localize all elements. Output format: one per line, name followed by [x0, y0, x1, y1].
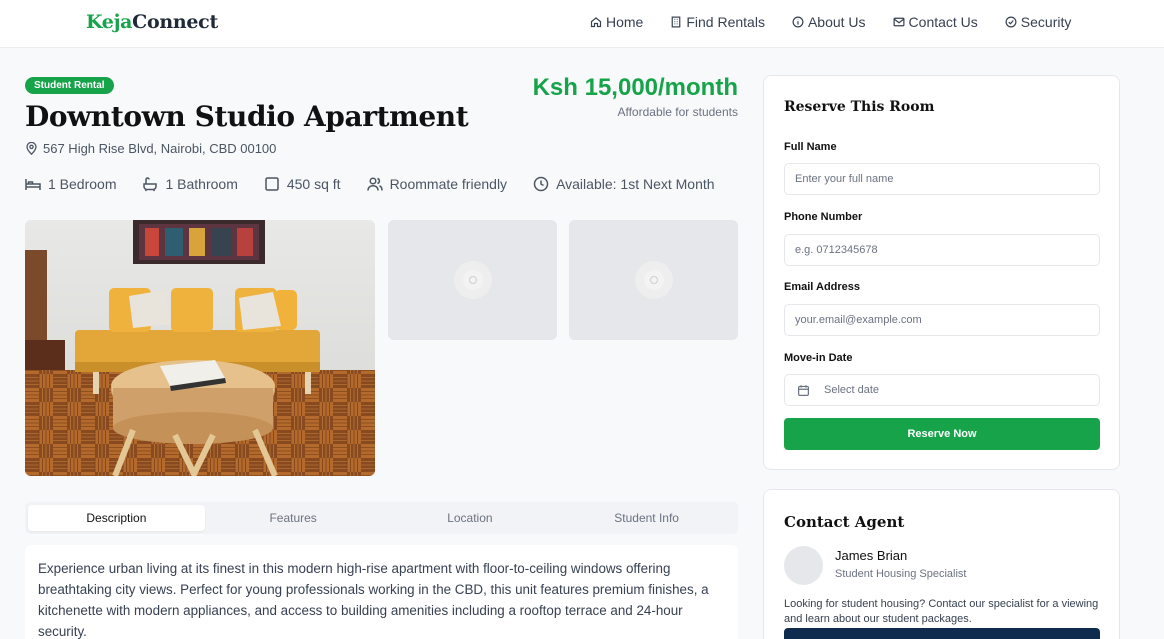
nav-contact-us-label: Contact Us — [908, 14, 978, 30]
square-icon — [265, 177, 279, 191]
description-text: Experience urban living at its finest in… — [38, 561, 709, 639]
listing-address: 567 High Rise Blvd, Nairobi, CBD 00100 — [25, 141, 276, 156]
map-pin-icon — [26, 142, 37, 155]
move-in-label: Move-in Date — [784, 352, 853, 364]
email-input[interactable] — [784, 304, 1100, 336]
amenities-row: 1 Bedroom 1 Bathroom 450 sq ft Roommate … — [25, 176, 741, 192]
amenity-area-label: 450 sq ft — [286, 176, 341, 192]
photo-thumb-1[interactable] — [388, 220, 557, 340]
tab-student-info[interactable]: Student Info — [558, 505, 735, 531]
listing-price-note: Affordable for students — [617, 105, 738, 119]
building-icon — [672, 16, 681, 28]
nav-about-us-label: About Us — [807, 14, 866, 30]
logo[interactable]: KejaConnect — [86, 11, 218, 33]
full-name-label: Full Name — [784, 141, 837, 153]
nav-find-rentals[interactable]: Find Rentals — [670, 14, 765, 30]
move-in-date-picker[interactable]: Select date — [784, 374, 1100, 406]
listing-price: Ksh 15,000/month — [532, 74, 738, 101]
email-label: Email Address — [784, 281, 861, 293]
living-room-photo — [25, 220, 375, 476]
mail-icon — [893, 17, 905, 27]
clock-icon — [533, 176, 549, 192]
contact-agent-title: Contact Agent — [784, 513, 905, 531]
image-placeholder-icon — [634, 261, 673, 299]
nav-contact-us[interactable]: Contact Us — [893, 14, 978, 30]
photo-thumb-2[interactable] — [569, 220, 738, 340]
home-icon — [590, 17, 602, 28]
nav-about-us[interactable]: About Us — [792, 14, 866, 30]
agent-name: James Brian — [835, 548, 908, 563]
amenity-availability-label: Available: 1st Next Month — [556, 176, 715, 192]
move-in-date-text: Select date — [824, 384, 880, 396]
reserve-card-title: Reserve This Room — [784, 99, 935, 115]
amenity-bedroom-label: 1 Bedroom — [48, 176, 117, 192]
listing-badge: Student Rental — [25, 77, 114, 94]
amenity-area: 450 sq ft — [264, 176, 341, 192]
main-photo[interactable] — [25, 220, 375, 476]
agent-description: Looking for student housing? Contact our… — [784, 598, 1099, 625]
amenity-roommate-label: Roommate friendly — [389, 176, 508, 192]
users-icon — [366, 177, 383, 191]
nav-find-rentals-label: Find Rentals — [686, 14, 765, 30]
calendar-icon — [798, 384, 809, 396]
bath-icon — [143, 177, 158, 192]
amenity-bedroom: 1 Bedroom — [25, 176, 116, 192]
amenity-bathroom-label: 1 Bathroom — [165, 176, 238, 192]
logo-keja: Keja — [86, 11, 133, 33]
amenity-roommate: Roommate friendly — [366, 176, 508, 192]
nav-security-label: Security — [1020, 14, 1072, 30]
info-icon — [792, 16, 804, 28]
tab-features[interactable]: Features — [205, 505, 382, 531]
listing-address-text: 567 High Rise Blvd, Nairobi, CBD 00100 — [43, 141, 277, 156]
bed-icon — [25, 179, 41, 190]
amenity-availability: Available: 1st Next Month — [533, 176, 715, 192]
nav-home[interactable]: Home — [590, 14, 643, 30]
agent-role: Student Housing Specialist — [835, 568, 967, 580]
nav-security[interactable]: Security — [1005, 14, 1072, 30]
tab-location[interactable]: Location — [382, 505, 559, 531]
navbar: KejaConnect Home Find Rentals About Us C… — [0, 0, 1164, 48]
phone-input[interactable] — [784, 234, 1100, 266]
reserve-card: Reserve This Room Full Name Phone Number… — [763, 75, 1120, 470]
image-placeholder-icon — [453, 261, 492, 299]
description-panel: Experience urban living at its finest in… — [25, 545, 738, 639]
nav-home-label: Home — [606, 14, 644, 30]
full-name-input[interactable] — [784, 163, 1100, 195]
tab-description[interactable]: Description — [28, 505, 205, 531]
amenity-bathroom: 1 Bathroom — [142, 176, 238, 192]
nav-links: Home Find Rentals About Us Contact Us Se… — [590, 14, 1071, 30]
phone-label: Phone Number — [784, 211, 863, 223]
reserve-now-button[interactable]: Reserve Now — [784, 418, 1100, 450]
logo-connect: Connect — [132, 11, 218, 33]
check-circle-icon — [1005, 16, 1017, 28]
agent-avatar — [784, 546, 823, 585]
contact-agent-button[interactable] — [784, 628, 1100, 639]
listing-title: Downtown Studio Apartment — [25, 100, 469, 133]
detail-tabs: Description Features Location Student In… — [25, 502, 738, 534]
contact-agent-card: Contact Agent James Brian Student Housin… — [763, 489, 1120, 639]
